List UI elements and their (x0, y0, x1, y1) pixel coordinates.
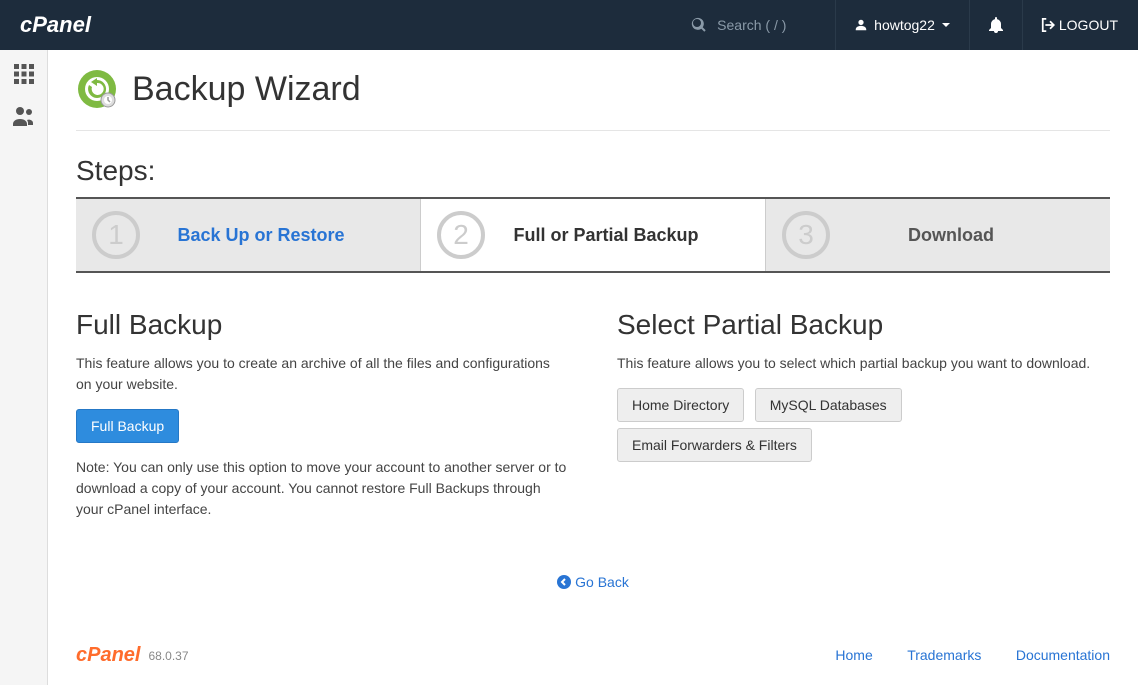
go-back-label: Go Back (575, 574, 629, 590)
cpanel-logo[interactable]: cPanel (20, 12, 91, 38)
username: howtog22 (874, 17, 935, 33)
footer-link-trademarks[interactable]: Trademarks (907, 647, 981, 663)
steps-row: 1 Back Up or Restore 2 Full or Partial B… (76, 197, 1110, 273)
home-directory-button[interactable]: Home Directory (617, 388, 744, 422)
step-1[interactable]: 1 Back Up or Restore (76, 199, 421, 271)
partial-backup-desc: This feature allows you to select which … (617, 353, 1110, 374)
page-header: Backup Wizard (76, 68, 1110, 131)
step-3-number: 3 (782, 211, 830, 259)
step-1-number: 1 (92, 211, 140, 259)
logout-icon (1041, 18, 1055, 32)
topbar: cPanel howtog22 LOGOUT (0, 0, 1138, 50)
footer-cpanel-logo: cPanel (76, 644, 140, 667)
footer-link-documentation[interactable]: Documentation (1016, 647, 1110, 663)
email-forwarders-button[interactable]: Email Forwarders & Filters (617, 428, 812, 462)
main-content: Backup Wizard Steps: 1 Back Up or Restor… (48, 50, 1138, 685)
notifications-icon[interactable] (988, 17, 1004, 33)
chevron-down-icon (941, 20, 951, 30)
partial-backup-buttons: Home Directory MySQL Databases Email For… (617, 388, 1110, 468)
full-backup-note: Note: You can only use this option to mo… (76, 457, 569, 520)
page-title: Backup Wizard (132, 70, 361, 109)
go-back-wrap: Go Back (76, 574, 1110, 594)
step-3: 3 Download (766, 199, 1110, 271)
footer-link-home[interactable]: Home (835, 647, 872, 663)
search-icon[interactable] (691, 17, 707, 33)
step-3-label: Download (848, 225, 1054, 246)
step-1-label: Back Up or Restore (158, 225, 364, 246)
full-backup-heading: Full Backup (76, 309, 569, 341)
logout-label: LOGOUT (1059, 17, 1118, 33)
search-wrap (691, 17, 817, 33)
mysql-databases-button[interactable]: MySQL Databases (755, 388, 902, 422)
step-2: 2 Full or Partial Backup (421, 199, 766, 271)
logout-button[interactable]: LOGOUT (1041, 17, 1118, 33)
apps-icon[interactable] (12, 62, 36, 86)
arrow-left-icon (557, 575, 571, 589)
step-2-label: Full or Partial Backup (503, 225, 709, 246)
steps-label: Steps: (76, 155, 1110, 187)
go-back-link[interactable]: Go Back (557, 574, 629, 590)
partial-backup-heading: Select Partial Backup (617, 309, 1110, 341)
full-backup-desc: This feature allows you to create an arc… (76, 353, 569, 395)
users-icon[interactable] (11, 104, 37, 130)
footer: cPanel 68.0.37 Home Trademarks Documenta… (76, 594, 1110, 667)
search-input[interactable] (717, 17, 817, 33)
user-menu[interactable]: howtog22 (854, 17, 951, 33)
full-backup-button[interactable]: Full Backup (76, 409, 179, 443)
sidebar (0, 50, 48, 685)
partial-backup-section: Select Partial Backup This feature allow… (617, 309, 1110, 534)
user-icon (854, 18, 868, 32)
backup-wizard-icon (76, 68, 118, 110)
full-backup-section: Full Backup This feature allows you to c… (76, 309, 569, 534)
step-2-number: 2 (437, 211, 485, 259)
footer-version: 68.0.37 (148, 649, 188, 663)
